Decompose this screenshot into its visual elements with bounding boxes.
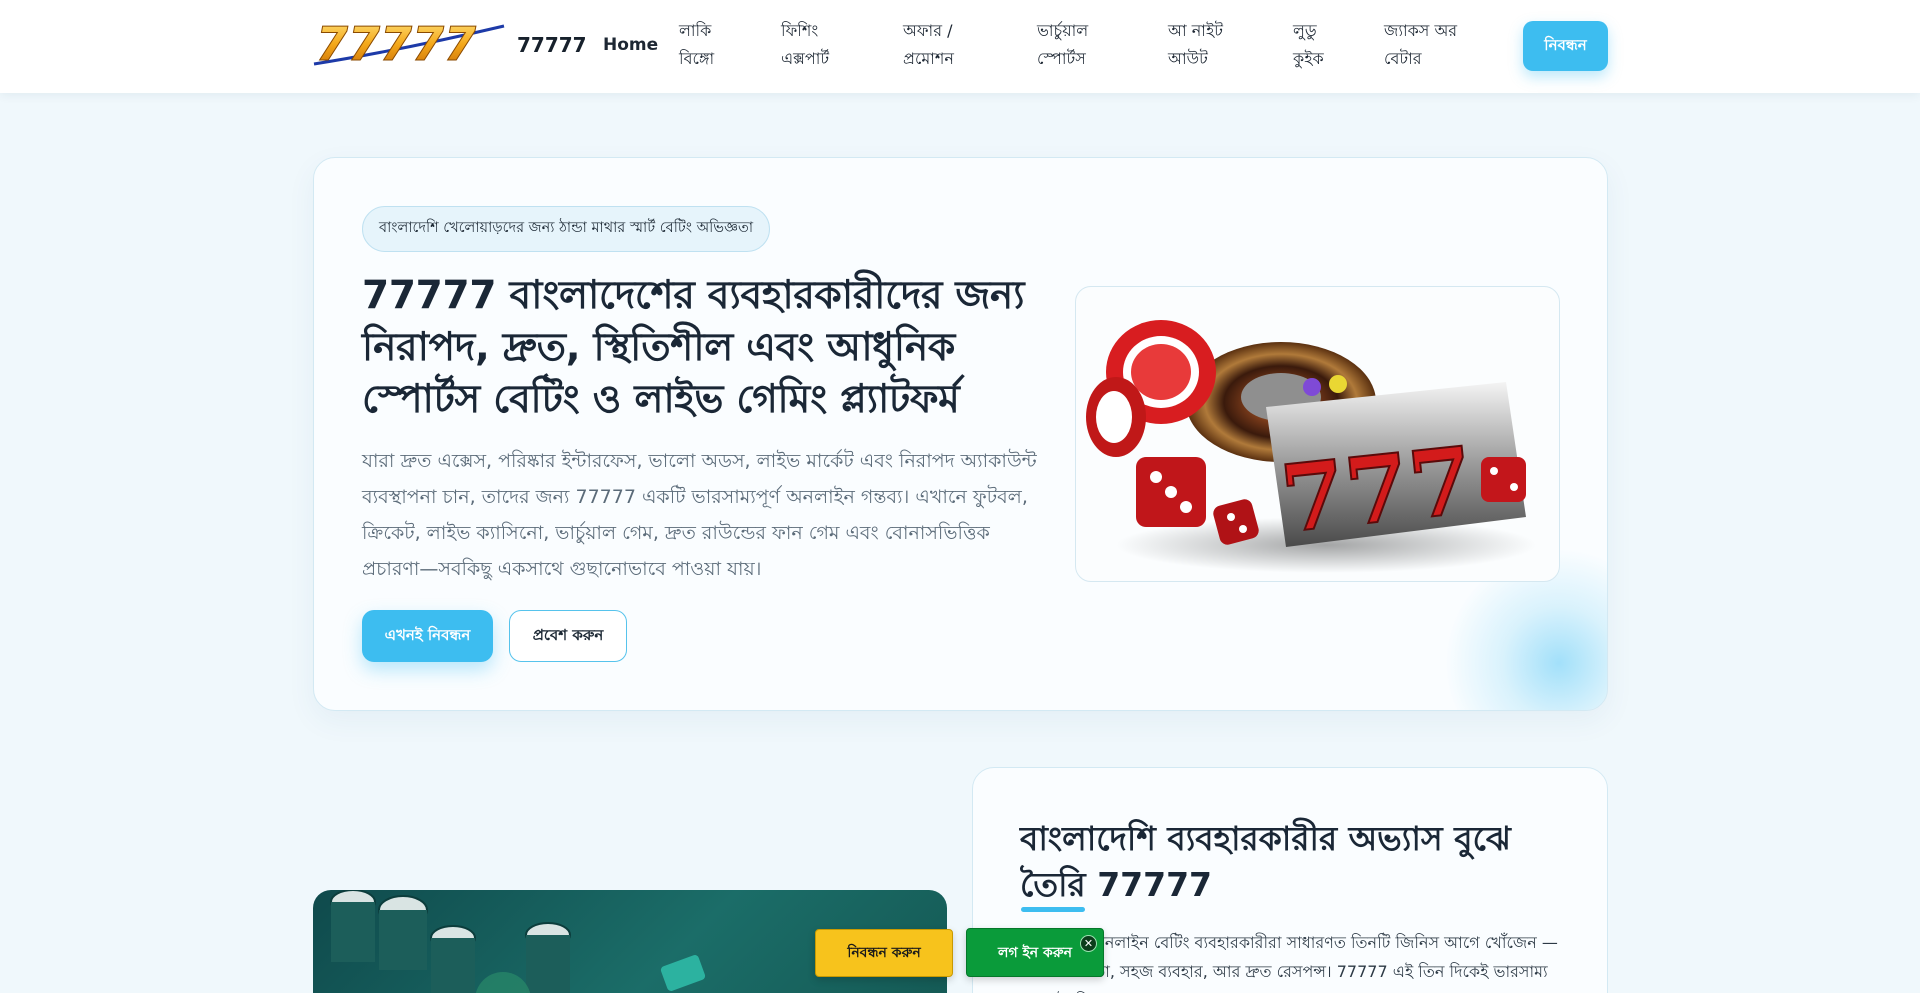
nav-lucky-bingo[interactable]: লাকি বিঙ্গো xyxy=(679,17,714,73)
header-register-button[interactable]: নিবন্ধন xyxy=(1523,21,1608,71)
site-header: 77777 77777 Home লাকি বিঙ্গো ফিশিং এক্সপ… xyxy=(0,0,1920,93)
nav-label-line1: ফিশিং xyxy=(781,21,819,40)
nav-label-line2: আউট xyxy=(1168,49,1208,68)
title-underline xyxy=(1021,907,1085,912)
close-icon[interactable]: ✕ xyxy=(1080,935,1097,952)
nav-label-line1: ভার্চুয়াল xyxy=(1037,21,1089,40)
hero-title: 77777 বাংলাদেশের ব্যবহারকারীদের জন্য নির… xyxy=(362,273,1025,422)
hero-card: বাংলাদেশি খেলোয়াড়দের জন্য ঠান্ডা মাথার… xyxy=(313,157,1608,711)
hero-tagline-pill: বাংলাদেশি খেলোয়াড়দের জন্য ঠান্ডা মাথার… xyxy=(362,206,771,252)
nav-label-line2: বেটার xyxy=(1384,49,1422,68)
enter-button[interactable]: প্রবেশ করুন xyxy=(509,610,627,662)
nav-offers-promotions[interactable]: অফার / প্রমোশন xyxy=(903,17,954,73)
info-text: বাংলাদেশি অনলাইন বেটিং ব্যবহারকারীরা সাধ… xyxy=(1020,933,1558,993)
hero-description: যারা দ্রুত এক্সেস, পরিষ্কার ইন্টারফেস, ভ… xyxy=(362,450,1037,580)
nav-jacks-or-better[interactable]: জ্যাকস অর বেটার xyxy=(1384,17,1457,73)
nav-home[interactable]: Home xyxy=(603,31,658,59)
nav-label-line1: লাকি xyxy=(679,21,712,40)
nav-fishing-expert[interactable]: ফিশিং এক্সপার্ট xyxy=(781,17,829,73)
brand-logo[interactable]: 77777 xyxy=(312,20,510,68)
nav-label-line1: আ নাইট xyxy=(1168,21,1223,40)
nav-label-line2: এক্সপার্ট xyxy=(781,49,830,68)
nav-label-line1: লুডু xyxy=(1293,21,1317,40)
svg-text:77777: 77777 xyxy=(316,20,476,68)
svg-text:777: 777 xyxy=(1276,426,1478,553)
nav-ludo-quick[interactable]: লুডু কুইক xyxy=(1293,17,1324,73)
logo-graphic: 77777 xyxy=(313,20,505,68)
nav-a-night-out[interactable]: আ নাইট আউট xyxy=(1168,17,1223,73)
info-title: বাংলাদেশি ব্যবহারকারীর অভ্যাস বুঝে তৈরি … xyxy=(1020,819,1511,904)
casino-graphic: 777 xyxy=(1086,320,1536,573)
floating-register-button[interactable]: নিবন্ধন করুন xyxy=(815,929,953,977)
nav-label-line2: প্রমোশন xyxy=(903,49,954,68)
brand-name[interactable]: 77777 xyxy=(517,33,587,57)
nav-label-line2: কুইক xyxy=(1293,49,1324,68)
nav-label-line2: স্পোর্টস xyxy=(1037,49,1086,68)
nav-label-line1: অফার / xyxy=(903,21,953,40)
casino-illustration: 777 xyxy=(1075,286,1560,582)
nav-label-line2: বিঙ্গো xyxy=(679,49,715,68)
nav-virtual-sports[interactable]: ভার্চুয়াল স্পোর্টস xyxy=(1037,17,1088,73)
register-now-button[interactable]: এখনই নিবন্ধন xyxy=(362,610,493,662)
nav-label-line1: জ্যাকস অর xyxy=(1384,21,1458,40)
